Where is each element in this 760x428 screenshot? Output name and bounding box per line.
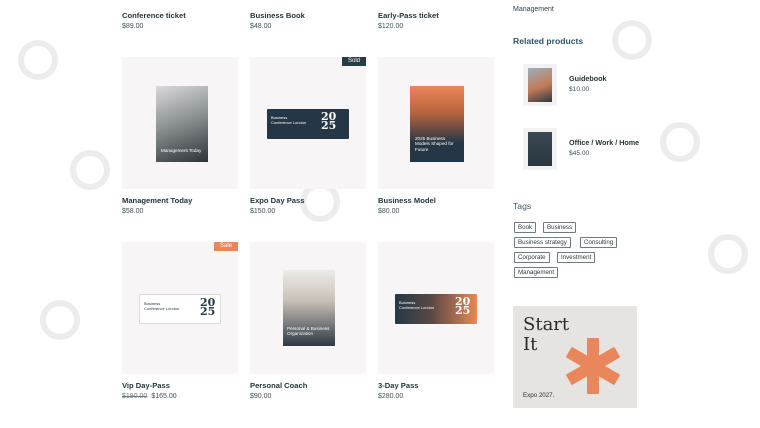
asterisk-icon (566, 338, 620, 394)
product-image[interactable]: Sold Business Conference London 20 25 (250, 57, 366, 189)
related-product[interactable]: Office / Work / Home $45.00 (513, 124, 643, 174)
promo-banner[interactable]: Start It Expo 2027. (513, 306, 637, 408)
product-price: $48.00 (250, 23, 272, 30)
product-price: $120.00 (378, 23, 404, 30)
product-card[interactable]: Sale Business Conference London 20 25 Vi… (122, 242, 238, 404)
product-grid: Conference ticket $89.00 Business Book $… (122, 0, 494, 428)
ticket-text: Business Conference London (271, 115, 307, 125)
related-product-price: $10.00 (569, 86, 590, 93)
product-name[interactable]: Vip Day-Pass (122, 381, 170, 390)
watermark (660, 122, 700, 162)
product-image[interactable]: Management Today (122, 57, 238, 189)
book-cover (528, 68, 552, 102)
product-price: $180.00 $165.00 (122, 393, 177, 400)
tag-link[interactable]: Business strategy (514, 237, 571, 248)
product-card[interactable]: Conference ticket $89.00 (122, 0, 238, 34)
product-name[interactable]: Business Model (378, 196, 436, 205)
ticket-art: Business Conference London 20 25 (267, 109, 349, 139)
product-name[interactable]: 3-Day Pass (378, 381, 419, 390)
related-product[interactable]: Guidebook $10.00 (513, 60, 643, 110)
book-cover: 2025 Business Models Shaped for Future (410, 86, 464, 162)
related-product-price: $45.00 (569, 150, 590, 157)
tag-link[interactable]: Consulting (580, 237, 618, 248)
sold-badge: Sold (341, 57, 366, 66)
ticket-art: Business Conference London 20 25 (395, 294, 477, 324)
product-name[interactable]: Conference ticket (122, 11, 186, 20)
watermark (40, 300, 80, 340)
product-price: $80.00 (378, 208, 400, 215)
tag-link[interactable]: Investment (557, 252, 596, 263)
product-image[interactable]: 2025 Business Models Shaped for Future (378, 57, 494, 189)
book-cover (528, 132, 552, 166)
watermark (708, 234, 748, 274)
related-products-heading: Related products (513, 36, 584, 46)
ticket-text: Business Conference London (144, 301, 180, 311)
related-product-image[interactable] (523, 128, 557, 170)
ticket-art: Business Conference London 20 25 (139, 294, 221, 324)
watermark (70, 150, 110, 190)
tag-link[interactable]: Corporate (514, 252, 550, 263)
book-cover: Personal & Business Organization (283, 270, 335, 346)
sidebar: Management Related products Guidebook $1… (513, 0, 643, 428)
category-link[interactable]: Management (513, 6, 554, 13)
product-name[interactable]: Business Book (250, 11, 305, 20)
book-title: 2025 Business Models Shaped for Future (415, 136, 454, 152)
product-image[interactable]: Sale Business Conference London 20 25 (122, 242, 238, 374)
book-title: Personal & Business Organization (287, 326, 330, 337)
product-name[interactable]: Expo Day Pass (250, 196, 304, 205)
product-price: $150.00 (250, 208, 276, 215)
product-card[interactable]: Business Conference London 20 25 3-Day P… (378, 242, 494, 404)
product-price: $89.00 (122, 23, 144, 30)
product-card[interactable]: Sold Business Conference London 20 25 Ex… (250, 57, 366, 217)
tag-link[interactable]: Management (514, 267, 559, 278)
product-card[interactable]: 2025 Business Models Shaped for Future B… (378, 57, 494, 217)
watermark (18, 40, 58, 80)
product-price: $90.00 (250, 393, 272, 400)
book-title: Management Today (161, 148, 202, 153)
tags-heading: Tags (513, 201, 532, 211)
product-card[interactable]: Management Today Management Today $58.00 (122, 57, 238, 217)
product-name[interactable]: Early-Pass ticket (378, 11, 439, 20)
ticket-text: Business Conference London (399, 300, 435, 310)
product-name[interactable]: Management Today (122, 196, 192, 205)
product-card[interactable]: Personal & Business Organization Persona… (250, 242, 366, 404)
related-product-name[interactable]: Office / Work / Home (569, 138, 639, 147)
ticket-number: 20 25 (321, 110, 337, 132)
product-card[interactable]: Business Book $48.00 (250, 0, 366, 34)
product-name[interactable]: Personal Coach (250, 381, 307, 390)
sale-badge: Sale (213, 242, 238, 251)
ticket-number: 20 25 (455, 295, 471, 317)
tag-link[interactable]: Business (543, 222, 577, 233)
ticket-number: 20 25 (200, 296, 216, 318)
product-price: $280.00 (378, 393, 404, 400)
book-cover: Management Today (156, 86, 208, 162)
product-image[interactable]: Business Conference London 20 25 (378, 242, 494, 374)
product-price: $58.00 (122, 208, 144, 215)
related-product-name[interactable]: Guidebook (569, 74, 607, 83)
sale-price: $165.00 (151, 393, 177, 400)
old-price: $180.00 (122, 393, 148, 400)
tag-link[interactable]: Book (514, 222, 537, 233)
promo-subtitle: Expo 2027. (523, 392, 555, 399)
product-image[interactable]: Personal & Business Organization (250, 242, 366, 374)
product-card[interactable]: Early-Pass ticket $120.00 (378, 0, 494, 34)
related-product-image[interactable] (523, 64, 557, 106)
